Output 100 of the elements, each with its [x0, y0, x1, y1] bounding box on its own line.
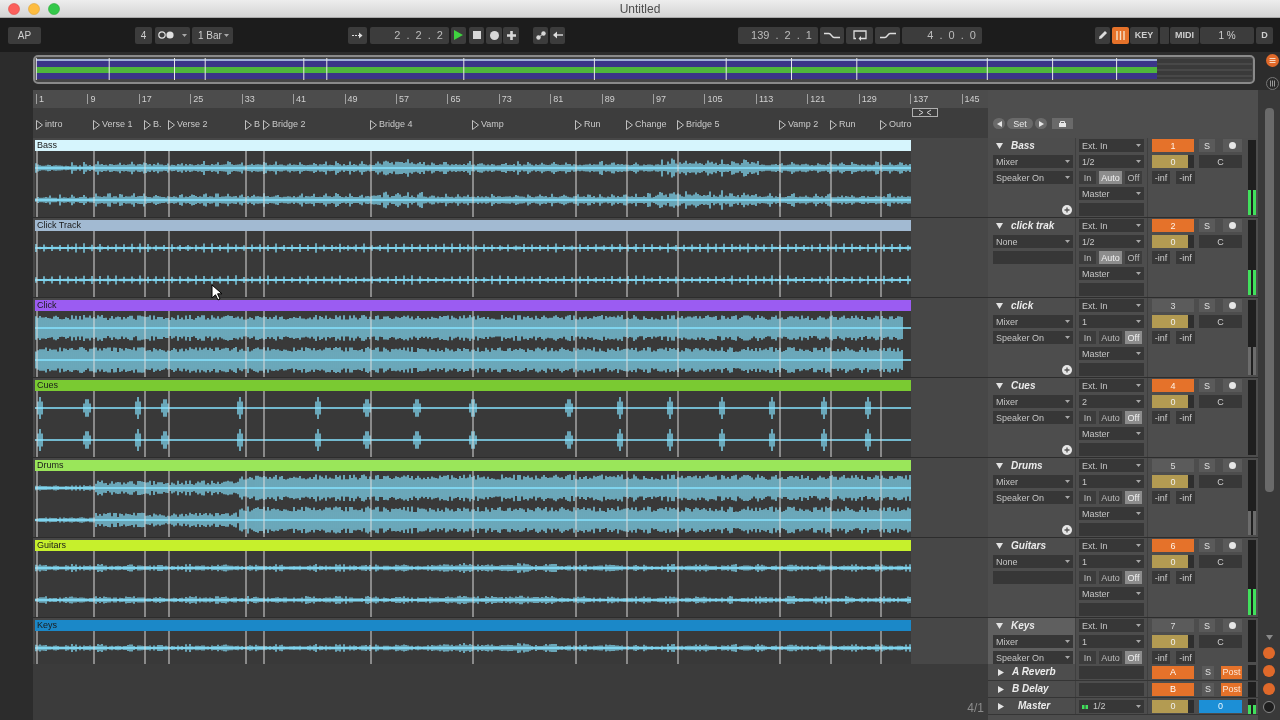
output-channel-field[interactable] — [1079, 523, 1144, 536]
routing-option-dropdown[interactable]: Speaker On — [993, 651, 1073, 664]
routing-option-dropdown[interactable]: Speaker On — [993, 171, 1073, 184]
disclosure-triangle-icon[interactable] — [996, 622, 1003, 629]
record-button[interactable] — [486, 26, 502, 44]
locator-marker-icon[interactable] — [36, 119, 43, 130]
tap-button[interactable]: AP — [8, 26, 41, 44]
output-dropdown[interactable]: Master — [1079, 267, 1144, 280]
circle-icon[interactable] — [1263, 665, 1275, 677]
monitor-button[interactable]: Off — [1125, 171, 1142, 184]
routing-dropdown[interactable]: Mixer — [993, 315, 1073, 328]
routing-dropdown[interactable]: Mixer — [993, 475, 1073, 488]
output-dropdown[interactable]: Master — [1079, 587, 1144, 600]
monitor-button[interactable]: Auto — [1099, 411, 1122, 424]
pan-control[interactable]: C — [1199, 155, 1242, 168]
input-dropdown[interactable]: Ext. In — [1079, 459, 1144, 472]
disclosure-triangle-icon[interactable] — [996, 542, 1003, 549]
disclosure-triangle-icon[interactable] — [996, 222, 1003, 229]
disclosure-triangle-icon[interactable] — [996, 302, 1003, 309]
input-channel-dropdown[interactable]: 2 — [1079, 395, 1144, 408]
clip-header[interactable]: Drums — [35, 460, 911, 471]
input-dropdown[interactable]: Ext. In — [1079, 139, 1144, 152]
input-dropdown[interactable]: Ext. In — [1079, 619, 1144, 632]
output-channel-field[interactable] — [1079, 443, 1144, 456]
locator-marker-icon[interactable] — [472, 119, 479, 130]
metronome-button[interactable] — [155, 26, 190, 44]
plus-circle-icon[interactable] — [1062, 204, 1072, 215]
disclosure-triangle-icon[interactable] — [996, 462, 1003, 469]
locator-marker-icon[interactable] — [830, 119, 837, 130]
arm-button[interactable] — [1223, 299, 1242, 312]
routing-field[interactable] — [1079, 665, 1144, 679]
locator-marker-icon[interactable] — [93, 119, 100, 130]
output-dropdown[interactable]: Master — [1079, 347, 1144, 360]
routing-field[interactable] — [1079, 682, 1144, 696]
locator-marker-icon[interactable] — [370, 119, 377, 130]
scrollbar-thumb[interactable] — [1264, 108, 1274, 492]
output-dropdown[interactable]: Master — [1079, 507, 1144, 520]
locator-marker-icon[interactable] — [245, 119, 252, 130]
pan-control[interactable]: C — [1199, 315, 1242, 328]
track-activator-button[interactable]: 7 — [1152, 619, 1194, 632]
monitor-button[interactable]: In — [1079, 251, 1096, 264]
play-button[interactable] — [451, 26, 466, 44]
pan-control[interactable]: C — [1199, 235, 1242, 248]
previous-locator-button[interactable] — [993, 118, 1005, 129]
clip-header[interactable]: Keys — [35, 620, 911, 631]
circle-icon[interactable] — [1263, 683, 1275, 695]
solo-button[interactable]: S — [1199, 459, 1215, 472]
pan-control[interactable]: C — [1199, 475, 1242, 488]
automation-button[interactable] — [533, 26, 548, 44]
routing-dropdown[interactable]: None — [993, 555, 1073, 568]
input-dropdown[interactable]: Ext. In — [1079, 299, 1144, 312]
solo-button[interactable]: S — [1202, 665, 1214, 679]
disclosure-triangle-icon[interactable] — [996, 382, 1003, 389]
routing-option-dropdown[interactable]: Speaker On — [993, 491, 1073, 504]
loop-start-field[interactable]: 139 . 2 . 1 — [738, 26, 818, 44]
punch-out-button[interactable] — [875, 26, 900, 44]
punch-in-button[interactable] — [820, 26, 844, 44]
output-dropdown[interactable]: Master — [1079, 187, 1144, 200]
output-channel-field[interactable] — [1079, 363, 1144, 376]
draw-mode-button[interactable] — [1095, 26, 1110, 44]
routing-dropdown[interactable]: Mixer — [993, 395, 1073, 408]
locator-marker-icon[interactable] — [880, 119, 887, 130]
disclosure-triangle-icon[interactable] — [998, 685, 1004, 693]
arm-button[interactable] — [1223, 459, 1242, 472]
lock-envelopes-button[interactable] — [1052, 118, 1073, 129]
computer-keyboard-button[interactable] — [1112, 26, 1129, 44]
clip-header[interactable]: Click Track — [35, 220, 911, 231]
monitor-button[interactable]: In — [1079, 331, 1096, 344]
clip-header[interactable]: Guitars — [35, 540, 911, 551]
cue-volume-field[interactable]: 0 — [1199, 699, 1242, 713]
locator-marker-icon[interactable] — [263, 119, 270, 130]
monitor-button[interactable]: Auto — [1099, 331, 1122, 344]
input-dropdown[interactable]: Ext. In — [1079, 379, 1144, 392]
disclosure-triangle-icon[interactable] — [996, 142, 1003, 149]
monitor-button[interactable]: In — [1079, 651, 1096, 664]
close-icon[interactable] — [8, 2, 20, 15]
plus-circle-icon[interactable] — [1062, 364, 1072, 375]
arm-button[interactable] — [1223, 619, 1242, 632]
solo-button[interactable]: S — [1199, 379, 1215, 392]
output-channel-field[interactable] — [1079, 203, 1144, 216]
routing-dropdown[interactable]: None — [993, 235, 1073, 248]
input-channel-dropdown[interactable]: 1 — [1079, 635, 1144, 648]
loop-brace-icon[interactable] — [912, 108, 938, 117]
disclosure-triangle-icon[interactable] — [998, 702, 1004, 710]
menu-icon[interactable] — [1266, 54, 1279, 67]
monitor-button[interactable]: In — [1079, 571, 1096, 584]
monitor-button[interactable]: In — [1079, 491, 1096, 504]
locator-marker-icon[interactable] — [144, 119, 151, 130]
back-to-arrangement-button[interactable] — [550, 26, 565, 44]
input-channel-dropdown[interactable]: 1/2 — [1079, 235, 1144, 248]
clip-header[interactable]: Cues — [35, 380, 911, 391]
output-channel-field[interactable] — [1079, 603, 1144, 616]
loop-button[interactable] — [846, 26, 873, 44]
key-map-button[interactable]: KEY — [1130, 26, 1158, 44]
monitor-button[interactable]: Auto — [1099, 491, 1122, 504]
locator-marker-icon[interactable] — [168, 119, 175, 130]
monitor-button[interactable]: Off — [1125, 251, 1142, 264]
solo-button[interactable]: S — [1202, 682, 1214, 696]
locator-marker-icon[interactable] — [779, 119, 786, 130]
plus-circle-icon[interactable] — [1062, 524, 1072, 535]
